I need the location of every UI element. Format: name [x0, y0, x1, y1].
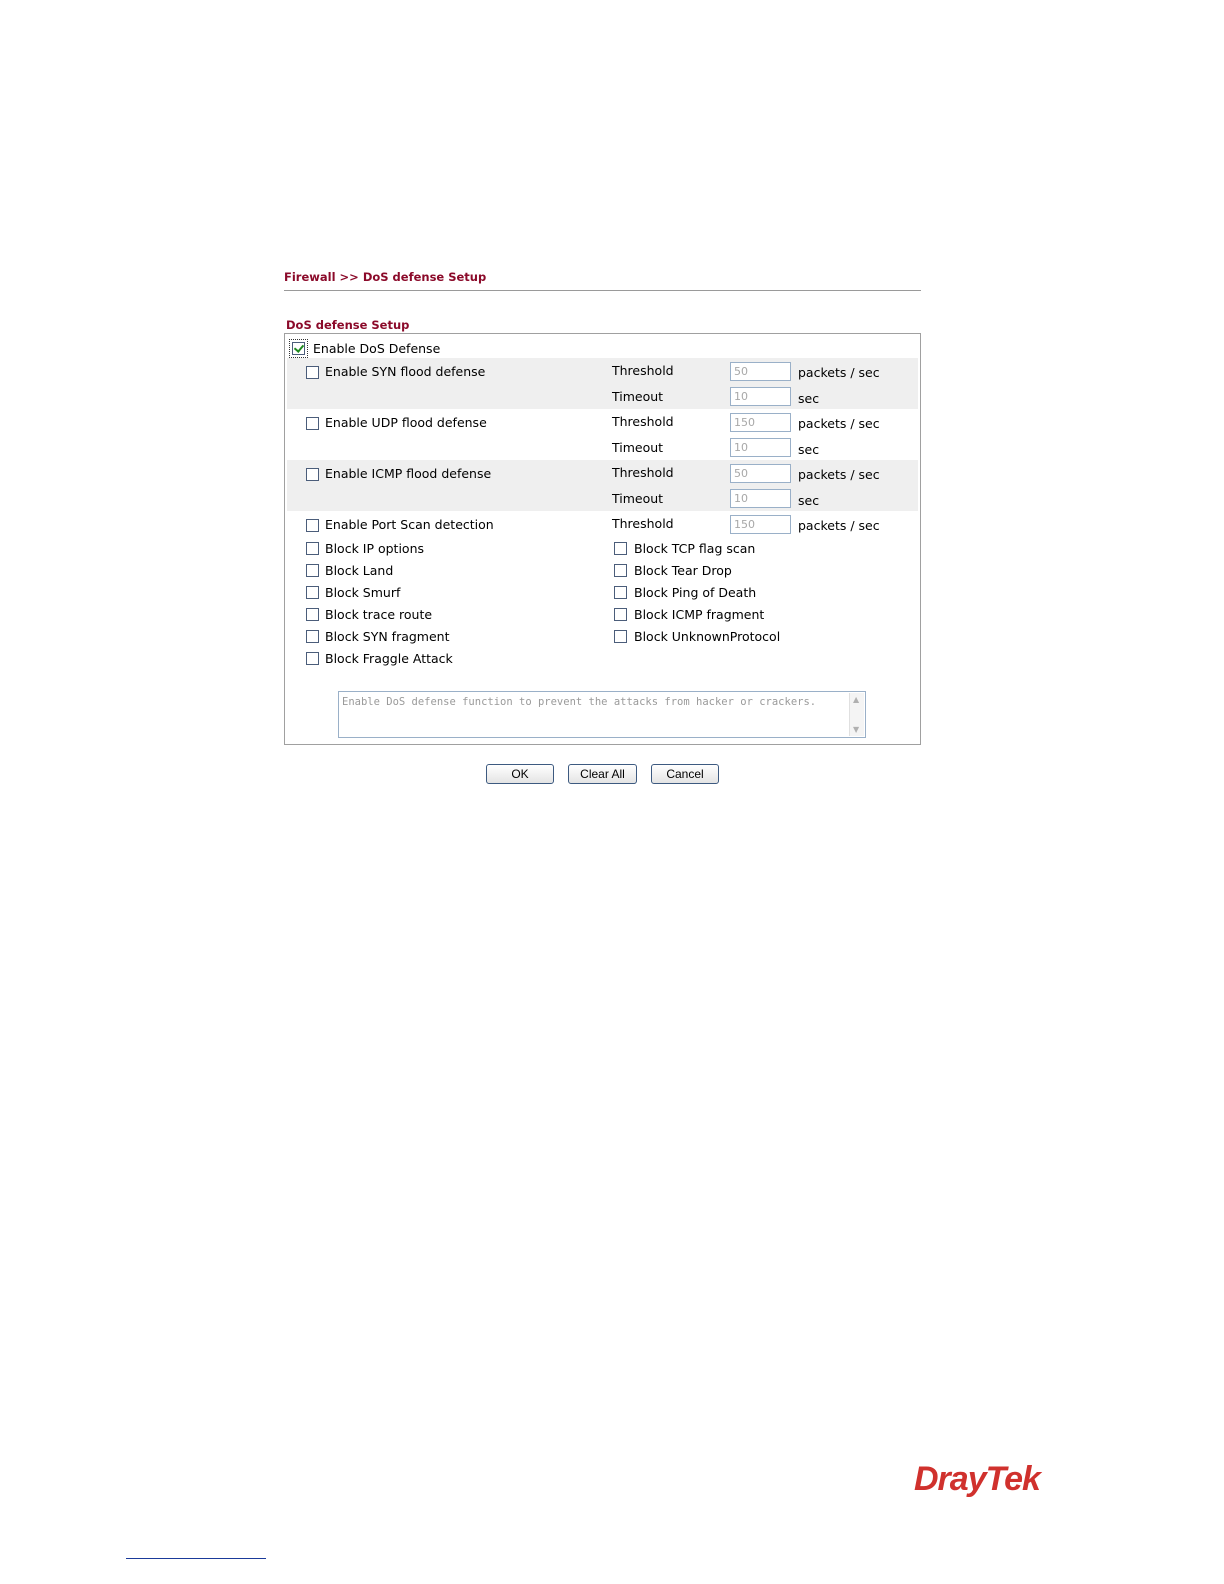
block-unknown-protocol-label: Block UnknownProtocol	[634, 629, 781, 644]
syn-timeout-input[interactable]: 10	[730, 387, 791, 406]
udp-flood-checkbox[interactable]	[306, 417, 319, 430]
block-smurf-label: Block Smurf	[325, 585, 401, 600]
icmp-timeout-label: Timeout	[612, 491, 664, 506]
port-scan-threshold-unit: packets / sec	[798, 518, 880, 533]
syn-timeout-label: Timeout	[612, 389, 664, 404]
udp-timeout-input[interactable]: 10	[730, 438, 791, 457]
block-ping-of-death-label: Block Ping of Death	[634, 585, 757, 600]
icmp-threshold-unit: packets / sec	[798, 467, 880, 482]
clear-all-button[interactable]: Clear All	[568, 764, 637, 784]
block-ping-of-death-checkbox[interactable]	[614, 586, 627, 599]
block-land-label: Block Land	[325, 563, 394, 578]
icmp-flood-label: Enable ICMP flood defense	[325, 466, 492, 481]
block-unknown-protocol-checkbox[interactable]	[614, 630, 627, 643]
footer-link-underline	[126, 1558, 266, 1559]
ok-button[interactable]: OK	[486, 764, 554, 784]
textarea-scrollbar[interactable]: ▲ ▼	[849, 693, 864, 736]
draytek-logo: DrayTek	[914, 1460, 1041, 1498]
syn-threshold-input[interactable]: 50	[730, 362, 791, 381]
udp-threshold-input[interactable]: 150	[730, 413, 791, 432]
icmp-threshold-label: Threshold	[612, 465, 674, 480]
enable-dos-label: Enable DoS Defense	[313, 341, 441, 356]
description-text: Enable DoS defense function to prevent t…	[342, 696, 817, 708]
block-syn-fragment-checkbox[interactable]	[306, 630, 319, 643]
block-tcp-flag-scan-label: Block TCP flag scan	[634, 541, 756, 556]
block-icmp-fragment-label: Block ICMP fragment	[634, 607, 765, 622]
description-textarea[interactable]: Enable DoS defense function to prevent t…	[338, 691, 866, 738]
section-title: DoS defense Setup	[286, 318, 410, 332]
block-trace-route-checkbox[interactable]	[306, 608, 319, 621]
block-ip-options-checkbox[interactable]	[306, 542, 319, 555]
block-ip-options-label: Block IP options	[325, 541, 425, 556]
icmp-timeout-input[interactable]: 10	[730, 489, 791, 508]
syn-flood-checkbox[interactable]	[306, 366, 319, 379]
block-fraggle-attack-label: Block Fraggle Attack	[325, 651, 453, 666]
scroll-down-icon[interactable]: ▼	[853, 726, 859, 734]
syn-flood-label: Enable SYN flood defense	[325, 364, 486, 379]
udp-flood-label: Enable UDP flood defense	[325, 415, 487, 430]
icmp-timeout-unit: sec	[798, 493, 820, 508]
port-scan-threshold-label: Threshold	[612, 516, 674, 531]
udp-timeout-label: Timeout	[612, 440, 664, 455]
block-trace-route-label: Block trace route	[325, 607, 433, 622]
syn-timeout-unit: sec	[798, 391, 820, 406]
port-scan-threshold-input[interactable]: 150	[730, 515, 791, 534]
scroll-up-icon[interactable]: ▲	[853, 696, 859, 704]
block-tear-drop-label: Block Tear Drop	[634, 563, 732, 578]
block-tcp-flag-scan-checkbox[interactable]	[614, 542, 627, 555]
block-land-checkbox[interactable]	[306, 564, 319, 577]
udp-threshold-unit: packets / sec	[798, 416, 880, 431]
udp-timeout-unit: sec	[798, 442, 820, 457]
block-icmp-fragment-checkbox[interactable]	[614, 608, 627, 621]
block-syn-fragment-label: Block SYN fragment	[325, 629, 450, 644]
port-scan-label: Enable Port Scan detection	[325, 517, 494, 532]
block-fraggle-attack-checkbox[interactable]	[306, 652, 319, 665]
udp-threshold-label: Threshold	[612, 414, 674, 429]
syn-threshold-unit: packets / sec	[798, 365, 880, 380]
block-tear-drop-checkbox[interactable]	[614, 564, 627, 577]
block-smurf-checkbox[interactable]	[306, 586, 319, 599]
breadcrumb: Firewall >> DoS defense Setup	[284, 270, 487, 284]
icmp-flood-checkbox[interactable]	[306, 468, 319, 481]
dos-setup-panel: Enable DoS Defense Enable SYN flood defe…	[284, 333, 921, 745]
enable-dos-checkbox[interactable]	[292, 342, 305, 355]
syn-threshold-label: Threshold	[612, 363, 674, 378]
header-divider	[284, 290, 921, 291]
port-scan-checkbox[interactable]	[306, 519, 319, 532]
cancel-button[interactable]: Cancel	[651, 764, 719, 784]
icmp-threshold-input[interactable]: 50	[730, 464, 791, 483]
